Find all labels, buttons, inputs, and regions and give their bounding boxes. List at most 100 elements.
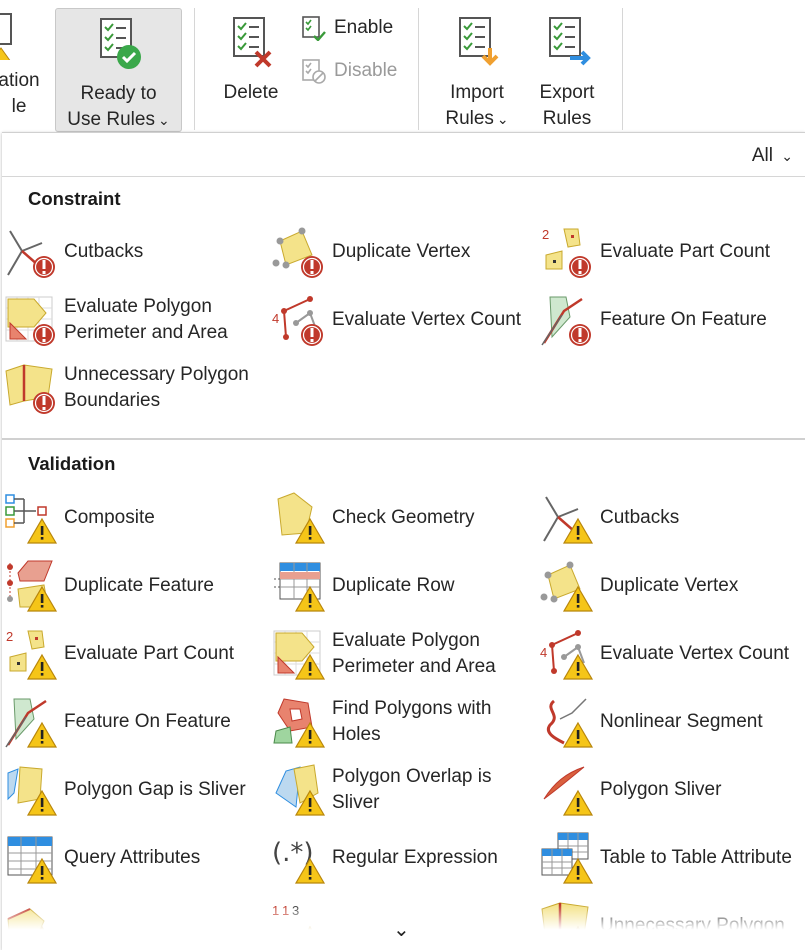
duplicate-feature-icon xyxy=(4,559,58,613)
validation-rule-item[interactable]: Composite xyxy=(4,487,266,549)
ribbon-separator xyxy=(418,8,419,130)
polygon-overlap-is-sliver-icon xyxy=(272,763,326,817)
rule-label: Cutbacks xyxy=(64,241,144,262)
validation-rule-item[interactable]: Polygon Sliver xyxy=(540,759,802,821)
check-geometry-icon xyxy=(272,491,326,545)
validation-rule-item[interactable]: Table to Table Attribute xyxy=(540,827,802,889)
ribbon: ation le Ready to Use Rules ⌄ Delete Enab… xyxy=(0,0,805,132)
rule-label: Evaluate Polygon Perimeter and Area xyxy=(64,296,228,343)
validation-rule-item[interactable]: Cutbacks xyxy=(540,487,802,549)
duplicate-vertex-icon xyxy=(272,225,326,279)
query-attributes-icon xyxy=(4,831,58,885)
evaluate-polygon-perimeter-area-icon xyxy=(272,627,326,681)
validation-rule-item[interactable]: Find Polygons with Holes xyxy=(272,691,534,753)
evaluate-part-count-icon: 2 xyxy=(4,627,58,681)
validation-rule-item[interactable]: Nonlinear Segment xyxy=(540,691,802,753)
rule-label: Nonlinear Segment xyxy=(600,711,763,732)
partial-rule-button[interactable]: ation le xyxy=(0,0,42,128)
constraint-rule-item[interactable]: Unnecessary Polygon Boundaries xyxy=(4,357,266,419)
rule-label: Composite xyxy=(64,507,155,528)
rule-label: Duplicate Row xyxy=(332,575,455,596)
rule-label: Duplicate Vertex xyxy=(600,575,739,596)
rule-label: Unnecessary Polygon Boundaries xyxy=(64,364,249,411)
ribbon-separator xyxy=(194,8,195,130)
validation-rule-item[interactable]: Evaluate Polygon Perimeter and Area xyxy=(272,623,534,685)
cutbacks-icon xyxy=(540,491,594,545)
checklist-warning-icon xyxy=(0,13,12,60)
svg-text:4: 4 xyxy=(540,645,547,660)
constraint-rule-item[interactable]: Duplicate Vertex xyxy=(272,221,534,283)
divider xyxy=(2,176,805,177)
import-rules-icon xyxy=(459,17,499,66)
constraint-rule-item[interactable]: Feature On Feature xyxy=(540,289,802,351)
constraint-rule-item[interactable]: Cutbacks xyxy=(4,221,266,283)
unnecessary-polygon-boundaries-icon xyxy=(4,361,58,415)
validation-rule-item[interactable]: Check Geometry xyxy=(272,487,534,549)
validation-rule-item[interactable]: Polygon Overlap is Sliver xyxy=(272,759,534,821)
validation-rule-item[interactable]: 4 Evaluate Vertex Count xyxy=(540,623,802,685)
constraint-rule-item[interactable]: 2 Evaluate Part Count xyxy=(540,221,802,283)
rule-label: Check Geometry xyxy=(332,507,475,528)
svg-text:2: 2 xyxy=(6,629,13,644)
feature-on-feature-icon xyxy=(540,293,594,347)
checklist-check-icon xyxy=(99,18,141,69)
constraint-rule-item[interactable]: 4 Evaluate Vertex Count xyxy=(272,289,534,351)
regular-expression-icon: (.*) xyxy=(272,831,326,885)
evaluate-vertex-count-icon: 4 xyxy=(272,293,326,347)
rule-label: Feature On Feature xyxy=(64,711,231,732)
rule-label: Evaluate Part Count xyxy=(64,643,235,664)
enable-button[interactable]: Enable xyxy=(300,15,393,41)
export-rules-button[interactable]: Export Rules xyxy=(530,8,604,130)
constraint-rule-item[interactable]: Evaluate Polygon Perimeter and Area xyxy=(4,289,266,351)
rule-label: Duplicate Vertex xyxy=(332,241,471,262)
table-to-table-attribute-icon xyxy=(540,831,594,885)
scroll-down-chevron-icon[interactable]: ⌄ xyxy=(393,917,410,942)
svg-text:2: 2 xyxy=(542,227,549,242)
rule-label: Feature On Feature xyxy=(600,309,767,330)
rule-label: Evaluate Part Count xyxy=(600,241,771,262)
validation-rule-item[interactable]: Duplicate Vertex xyxy=(540,555,802,617)
evaluate-polygon-perimeter-area-icon xyxy=(4,293,58,347)
chevron-down-icon: ⌄ xyxy=(496,111,509,127)
delete-rule-icon xyxy=(233,17,272,68)
evaluate-part-count-icon: 2 xyxy=(540,225,594,279)
rule-label: Evaluate Vertex Count xyxy=(332,309,522,330)
rule-label: Polygon Overlap is Sliver xyxy=(332,766,492,813)
polygon-gap-is-sliver-icon xyxy=(4,763,58,817)
rule-label: Cutbacks xyxy=(600,507,680,528)
validation-rule-item[interactable]: Duplicate Feature xyxy=(4,555,266,617)
validation-rule-item[interactable]: Query Attributes xyxy=(4,827,266,889)
composite-icon xyxy=(4,491,58,545)
rule-label: Regular Expression xyxy=(332,847,498,868)
evaluate-vertex-count-icon: 4 xyxy=(540,627,594,681)
cutbacks-icon xyxy=(4,225,58,279)
validation-rule-item[interactable]: Polygon Gap is Sliver xyxy=(4,759,266,821)
svg-text:4: 4 xyxy=(272,311,279,326)
find-polygons-with-holes-icon xyxy=(272,695,326,749)
validation-rule-item[interactable]: Feature On Feature xyxy=(4,691,266,753)
ready-to-use-rules-button[interactable]: Ready to Use Rules ⌄ xyxy=(55,8,182,132)
feature-on-feature-icon xyxy=(4,695,58,749)
rule-label: Duplicate Feature xyxy=(64,575,214,596)
rule-label: Polygon Sliver xyxy=(600,779,722,800)
rule-label: Find Polygons with Holes xyxy=(332,698,492,745)
ribbon-separator xyxy=(622,8,623,130)
validation-rule-item[interactable]: 2 Evaluate Part Count xyxy=(4,623,266,685)
nonlinear-segment-icon xyxy=(540,695,594,749)
validation-rule-item[interactable]: (.*) Regular Expression xyxy=(272,827,534,889)
filter-dropdown[interactable]: All ⌄ xyxy=(752,145,793,167)
rule-label: Polygon Gap is Sliver xyxy=(64,779,246,800)
chevron-down-icon: ⌄ xyxy=(157,112,170,128)
divider xyxy=(2,438,805,440)
export-rules-icon xyxy=(549,17,591,66)
validation-rule-item[interactable]: Duplicate Row xyxy=(272,555,534,617)
chevron-down-icon: ⌄ xyxy=(781,148,793,164)
ready-to-use-rules-gallery: All ⌄ Constraint Cutbacks Duplicate Verte… xyxy=(2,132,805,950)
duplicate-vertex-icon xyxy=(540,559,594,613)
delete-button[interactable]: Delete xyxy=(214,8,288,130)
import-rules-button[interactable]: Import Rules ⌄ xyxy=(438,8,516,130)
rule-label: Table to Table Attribute xyxy=(600,847,792,868)
disable-button[interactable]: Disable xyxy=(300,58,397,84)
section-title-constraint: Constraint xyxy=(28,188,121,209)
rule-label: Query Attributes xyxy=(64,847,201,868)
